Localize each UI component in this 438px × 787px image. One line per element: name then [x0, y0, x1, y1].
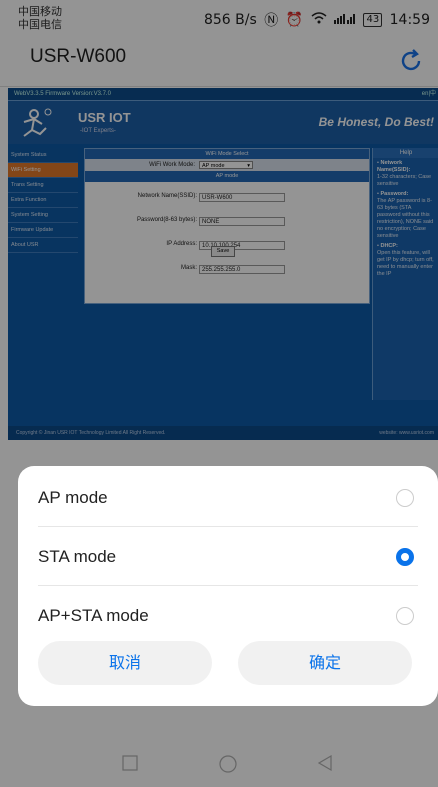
option-label: AP mode: [38, 488, 108, 507]
divider: [38, 526, 418, 527]
cancel-button[interactable]: 取消: [38, 641, 212, 685]
mode-select-dialog: AP mode STA mode AP+STA mode 取消 确定: [18, 466, 438, 706]
option-sta-mode[interactable]: STA mode: [18, 529, 438, 587]
divider: [38, 585, 418, 586]
confirm-button[interactable]: 确定: [238, 641, 412, 685]
system-nav-bar: [0, 742, 438, 787]
option-label: STA mode: [38, 547, 117, 566]
radio-button[interactable]: [396, 489, 414, 507]
radio-button[interactable]: [396, 607, 414, 625]
home-icon[interactable]: [218, 754, 238, 774]
option-ap-mode[interactable]: AP mode: [18, 470, 438, 528]
option-label: AP+STA mode: [38, 606, 149, 625]
radio-button-selected[interactable]: [396, 548, 414, 566]
recent-apps-icon[interactable]: [121, 754, 139, 772]
option-ap-sta-mode[interactable]: AP+STA mode: [18, 588, 438, 646]
back-icon[interactable]: [316, 754, 334, 772]
